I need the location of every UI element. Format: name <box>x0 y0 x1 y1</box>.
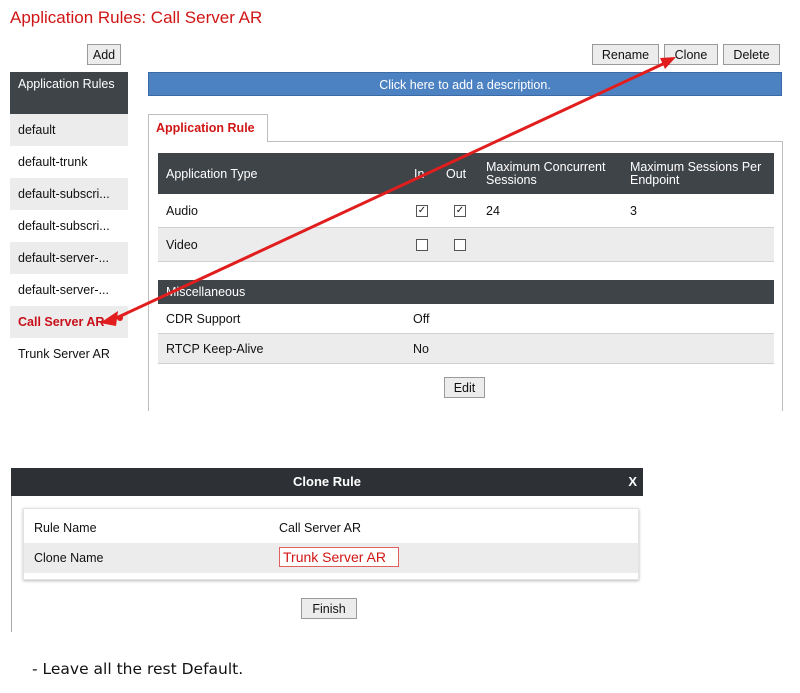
dialog-border-left <box>11 496 12 632</box>
dialog-title: Clone Rule <box>293 474 361 489</box>
close-icon[interactable]: X <box>628 468 637 496</box>
instruction-note: - Leave all the rest Default. <box>32 660 244 678</box>
annotation-arrow <box>100 57 676 326</box>
rule-name-row: Rule Name Call Server AR <box>24 513 638 543</box>
clone-rule-form: Rule Name Call Server AR Clone Name Trun… <box>23 508 639 580</box>
rule-name-label: Rule Name <box>34 521 97 535</box>
finish-button[interactable]: Finish <box>301 598 357 619</box>
clone-name-row: Clone Name Trunk Server AR <box>24 543 638 573</box>
clone-name-input[interactable]: Trunk Server AR <box>279 547 399 567</box>
clone-name-label: Clone Name <box>34 551 104 565</box>
rule-name-value: Call Server AR <box>279 521 361 535</box>
clone-rule-dialog-header: Clone Rule X <box>11 468 643 496</box>
